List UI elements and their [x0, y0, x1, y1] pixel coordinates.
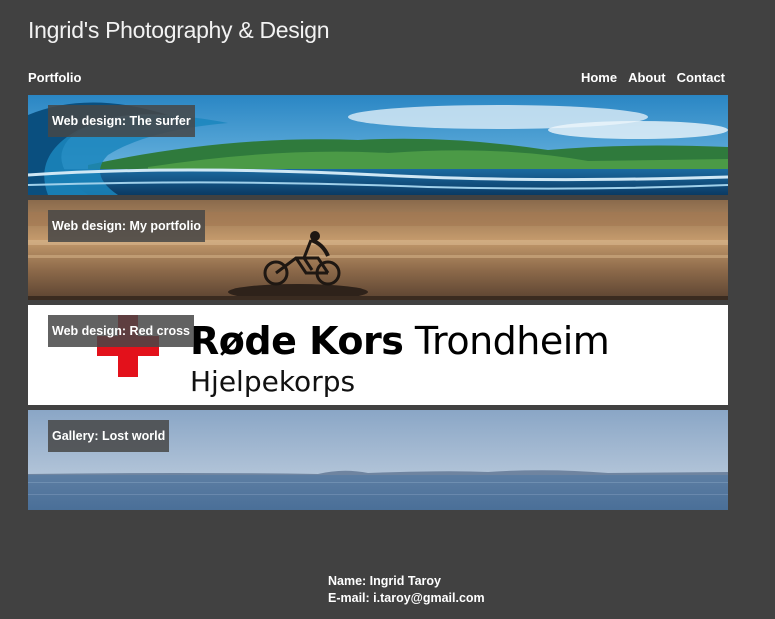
contact-footer: Name: Ingrid Taroy E-mail: i.taroy@gmail… — [328, 573, 485, 607]
portfolio-item-lost-world[interactable]: Gallery: Lost world — [28, 410, 728, 510]
contact-name: Name: Ingrid Taroy — [328, 574, 441, 588]
portfolio-caption: Web design: The surfer — [48, 105, 195, 137]
portfolio-item-surfer[interactable]: Web design: The surfer — [28, 95, 728, 195]
contact-email: E-mail: i.taroy@gmail.com — [328, 591, 485, 605]
main-nav: Home About Contact — [581, 70, 725, 85]
portfolio-item-portfolio[interactable]: Web design: My portfolio — [28, 200, 728, 300]
portfolio-caption: Gallery: Lost world — [48, 420, 170, 452]
section-label: Portfolio — [28, 70, 82, 85]
logo-title: Røde Kors Trondheim — [190, 319, 610, 363]
nav-home[interactable]: Home — [581, 70, 617, 85]
portfolio-caption: Web design: Red cross — [48, 315, 194, 347]
nav-contact[interactable]: Contact — [677, 70, 725, 85]
portfolio-item-red-cross[interactable]: Røde Kors Trondheim Hjelpekorps Web desi… — [28, 305, 728, 405]
site-title: Ingrid's Photography & Design — [28, 17, 330, 43]
logo-subtitle: Hjelpekorps — [190, 365, 356, 398]
portfolio-caption: Web design: My portfolio — [48, 210, 206, 242]
nav-about[interactable]: About — [628, 70, 666, 85]
